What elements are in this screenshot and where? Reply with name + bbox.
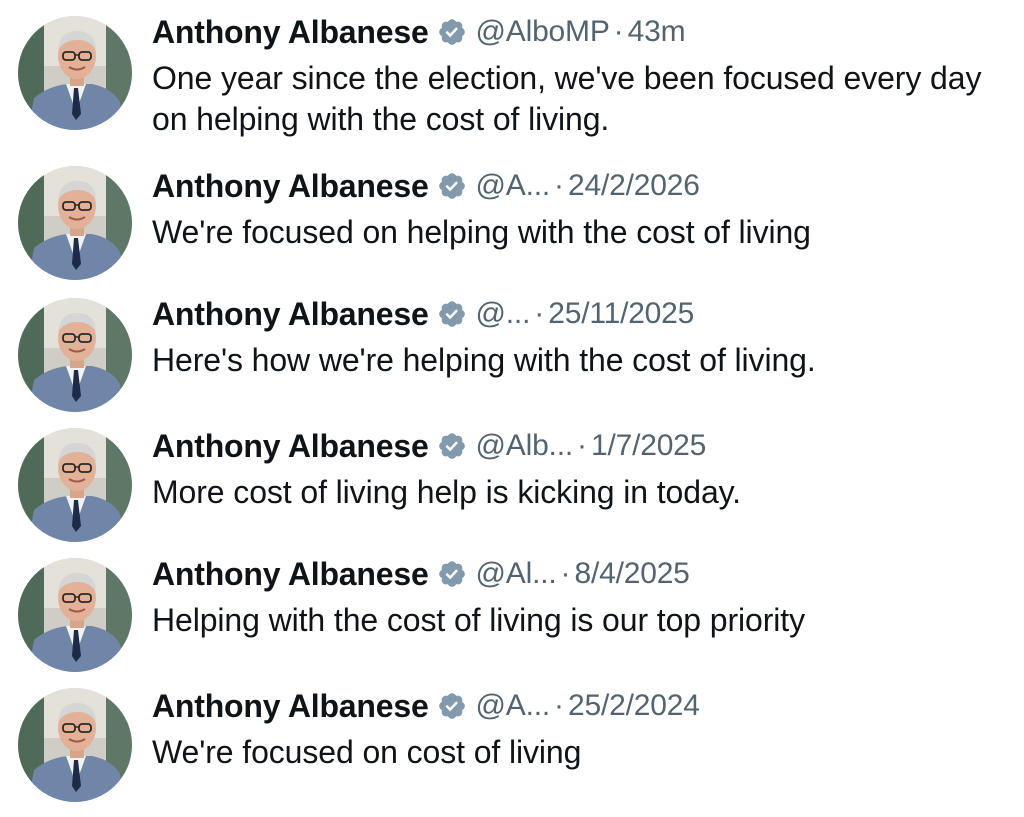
avatar[interactable]: [18, 166, 132, 280]
separator-dot: ·: [554, 169, 565, 202]
author-name[interactable]: Anthony Albanese: [152, 14, 429, 51]
timestamp[interactable]: 24/2/2026: [568, 169, 700, 203]
tweet-header: Anthony Albanese @Alb... · 1/7/2025: [152, 426, 1016, 466]
avatar[interactable]: [18, 298, 132, 412]
timestamp[interactable]: 1/7/2025: [591, 429, 706, 463]
separator-dot: ·: [560, 557, 571, 590]
verified-badge-icon: [438, 301, 465, 327]
timestamp[interactable]: 25/2/2024: [568, 689, 700, 723]
author-handle[interactable]: @A...: [476, 169, 551, 203]
separator-dot: ·: [576, 429, 587, 462]
separator-dot: ·: [613, 15, 624, 48]
author-handle[interactable]: @...: [476, 297, 531, 331]
verified-badge-icon: [438, 19, 465, 45]
tweet-text: One year since the election, we've been …: [152, 60, 982, 137]
tweet-header: Anthony Albanese @A... · 24/2/2026: [152, 166, 1016, 206]
tweet-header: Anthony Albanese @Al... · 8/4/2025: [152, 554, 1016, 594]
verified-badge-icon: [438, 173, 465, 199]
tweet-header: Anthony Albanese @AlboMP · 43m: [152, 12, 1016, 52]
author-name[interactable]: Anthony Albanese: [152, 556, 429, 593]
verified-badge-icon: [438, 561, 465, 587]
author-handle[interactable]: @AlboMP: [476, 15, 610, 49]
timestamp[interactable]: 25/11/2025: [548, 297, 694, 331]
tweet-text: More cost of living help is kicking in t…: [152, 474, 741, 510]
tweet-text: We're focused on cost of living: [152, 734, 582, 770]
avatar[interactable]: [18, 558, 132, 672]
separator-dot: ·: [534, 297, 545, 330]
author-name[interactable]: Anthony Albanese: [152, 428, 429, 465]
avatar[interactable]: [18, 16, 132, 130]
author-handle[interactable]: @Al...: [476, 557, 557, 591]
timestamp[interactable]: 8/4/2025: [574, 557, 689, 591]
verified-badge-icon: [438, 433, 465, 459]
verified-badge-icon: [438, 693, 465, 719]
author-handle[interactable]: @A...: [476, 689, 551, 723]
tweet-text: Helping with the cost of living is our t…: [152, 602, 805, 638]
timestamp[interactable]: 43m: [628, 15, 686, 49]
tweet-header: Anthony Albanese @... · 25/11/2025: [152, 294, 1016, 334]
separator-dot: ·: [554, 689, 565, 722]
tweet-text: We're focused on helping with the cost o…: [152, 214, 811, 250]
avatar[interactable]: [18, 688, 132, 802]
author-name[interactable]: Anthony Albanese: [152, 168, 429, 205]
author-name[interactable]: Anthony Albanese: [152, 688, 429, 725]
author-handle[interactable]: @Alb...: [476, 429, 574, 463]
avatar[interactable]: [18, 428, 132, 542]
tweet-text: Here's how we're helping with the cost o…: [152, 342, 816, 378]
tweet-header: Anthony Albanese @A... · 25/2/2024: [152, 686, 1016, 726]
author-name[interactable]: Anthony Albanese: [152, 296, 429, 333]
